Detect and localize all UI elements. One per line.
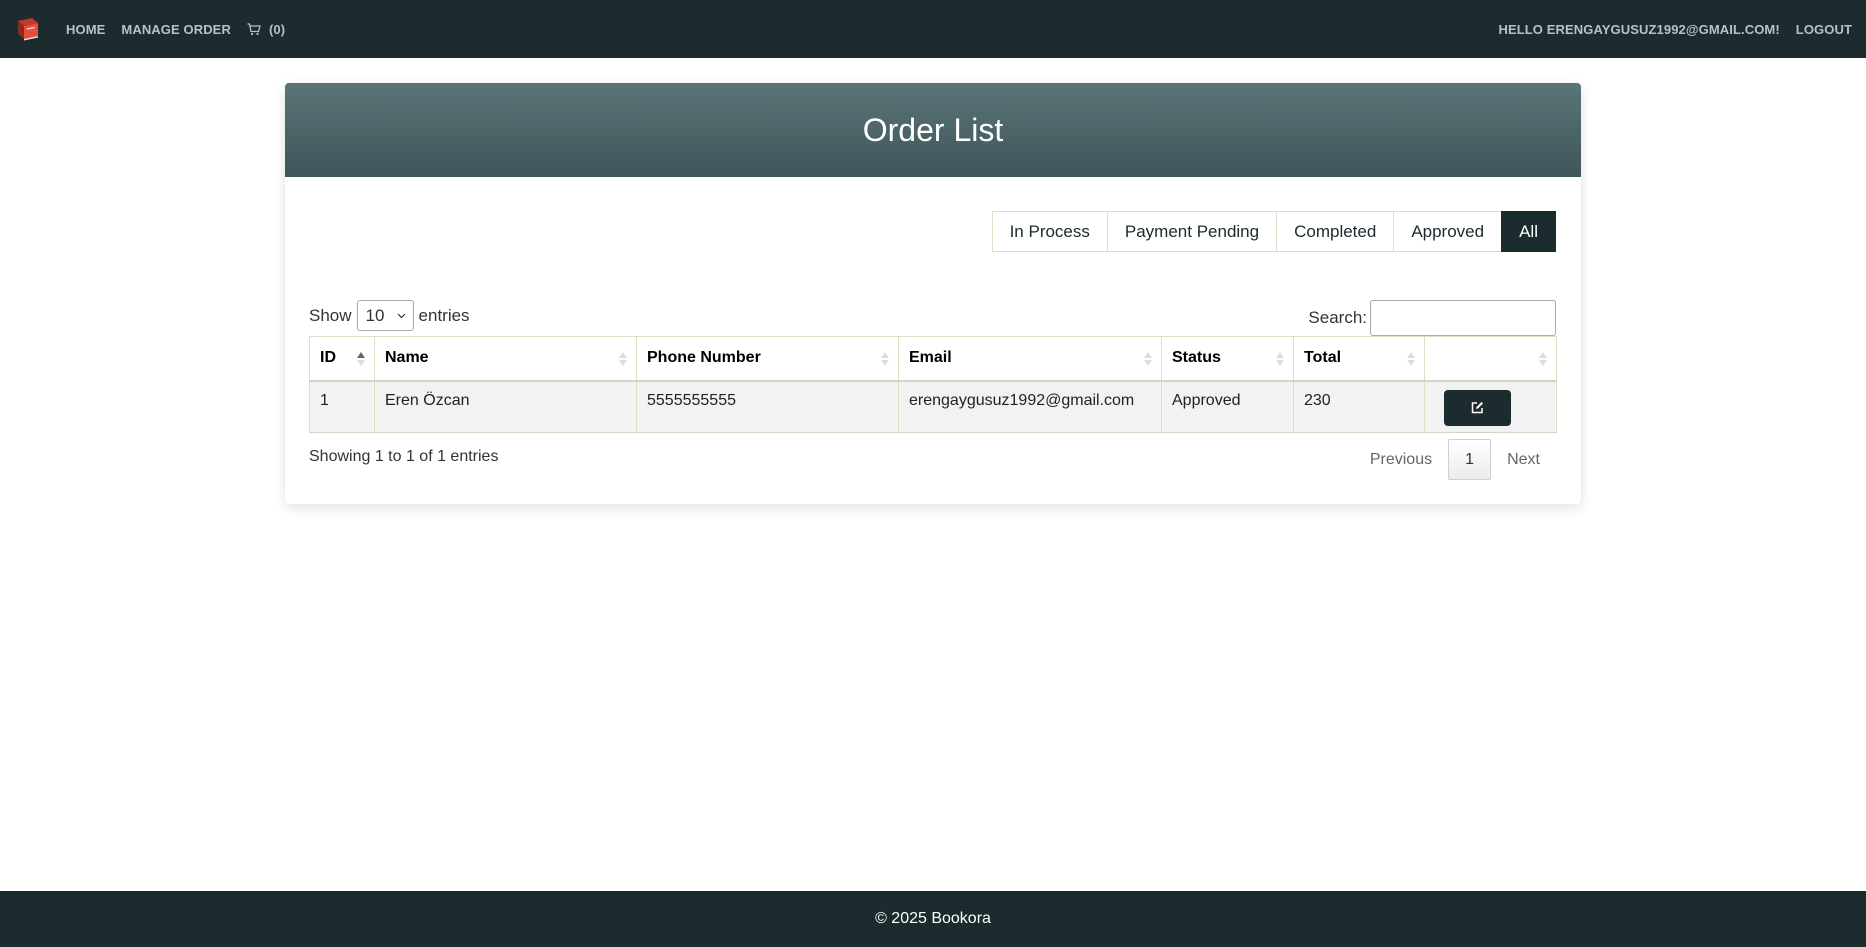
- pagination: Previous 1 Next: [1354, 439, 1556, 480]
- filter-approved-button[interactable]: Approved: [1393, 211, 1503, 252]
- sort-icon: [881, 352, 889, 366]
- table-row: 1 Eren Özcan 5555555555 erengaygusuz1992…: [309, 380, 1557, 433]
- sort-icon: [1539, 352, 1547, 366]
- search-control: Search:: [1308, 300, 1556, 336]
- column-header-label: Email: [909, 349, 952, 367]
- book-logo-icon[interactable]: [14, 15, 42, 43]
- cell-email: erengaygusuz1992@gmail.com: [898, 380, 1162, 433]
- show-label: Show: [309, 305, 352, 325]
- navbar: HOME MANAGE ORDER (0) HELLO ERENGAYGUSUZ…: [0, 0, 1866, 58]
- page-length-value: 10: [365, 305, 385, 325]
- column-header-name[interactable]: Name: [374, 336, 637, 382]
- search-label: Search:: [1308, 308, 1367, 327]
- user-greeting-link[interactable]: HELLO ERENGAYGUSUZ1992@GMAIL.COM!: [1498, 22, 1779, 37]
- footer-copyright: © 2025 Bookora: [875, 910, 991, 927]
- cell-status: Approved: [1161, 380, 1294, 433]
- column-header-label: Name: [385, 349, 429, 367]
- order-list-card: Order List In Process Payment Pending Co…: [285, 83, 1581, 504]
- footer: © 2025 Bookora: [0, 891, 1866, 947]
- column-header-phone[interactable]: Phone Number: [636, 336, 899, 382]
- logout-link[interactable]: LOGOUT: [1796, 22, 1852, 37]
- orders-table: ID Name Phone Number Email Status Total …: [309, 336, 1557, 433]
- filter-all-button[interactable]: All: [1501, 211, 1556, 252]
- column-header-email[interactable]: Email: [898, 336, 1162, 382]
- column-header-actions[interactable]: [1424, 336, 1557, 382]
- edit-order-button[interactable]: [1444, 389, 1511, 426]
- sort-icon: [619, 352, 627, 366]
- sort-icon: [1407, 352, 1415, 366]
- sort-asc-icon: [357, 352, 365, 366]
- column-header-label: ID: [320, 349, 336, 367]
- page-length-control: Show 10 entries: [309, 300, 470, 331]
- table-header-row: ID Name Phone Number Email Status Total: [309, 336, 1557, 382]
- previous-page-button[interactable]: Previous: [1354, 451, 1448, 469]
- column-header-label: Total: [1304, 349, 1342, 367]
- nav-right: HELLO ERENGAYGUSUZ1992@GMAIL.COM! LOGOUT: [1482, 22, 1852, 37]
- page-length-select[interactable]: 10: [356, 300, 414, 331]
- cell-actions: [1424, 380, 1557, 433]
- column-header-total[interactable]: Total: [1293, 336, 1425, 382]
- column-header-id[interactable]: ID: [309, 336, 375, 382]
- page-title: Order List: [862, 111, 1004, 148]
- filter-in-process-button[interactable]: In Process: [991, 211, 1108, 252]
- chevron-down-icon: [397, 313, 405, 318]
- filter-completed-button[interactable]: Completed: [1276, 211, 1395, 252]
- cart-icon: [247, 22, 261, 35]
- search-input[interactable]: [1370, 300, 1556, 336]
- cell-phone: 5555555555: [636, 380, 899, 433]
- entries-label: entries: [418, 305, 470, 325]
- sort-icon: [1276, 352, 1284, 366]
- page-1-button[interactable]: 1: [1448, 439, 1492, 480]
- sort-icon: [1144, 352, 1152, 366]
- nav-manage-order-link[interactable]: MANAGE ORDER: [121, 22, 231, 37]
- cell-name: Eren Özcan: [374, 380, 637, 433]
- column-header-status[interactable]: Status: [1161, 336, 1294, 382]
- status-filter-group: In Process Payment Pending Completed App…: [991, 211, 1556, 252]
- card-header: Order List: [285, 83, 1581, 177]
- nav-cart-link[interactable]: (0): [247, 22, 285, 37]
- next-page-button[interactable]: Next: [1491, 451, 1556, 469]
- cell-id: 1: [309, 380, 375, 433]
- table-info: Showing 1 to 1 of 1 entries: [309, 448, 499, 465]
- cell-total: 230: [1293, 380, 1425, 433]
- column-header-label: Phone Number: [647, 349, 761, 367]
- filter-payment-pending-button[interactable]: Payment Pending: [1106, 211, 1278, 252]
- nav-home-link[interactable]: HOME: [66, 22, 105, 37]
- cart-count: (0): [268, 21, 286, 37]
- column-header-label: Status: [1172, 349, 1221, 367]
- edit-icon: [1471, 402, 1483, 414]
